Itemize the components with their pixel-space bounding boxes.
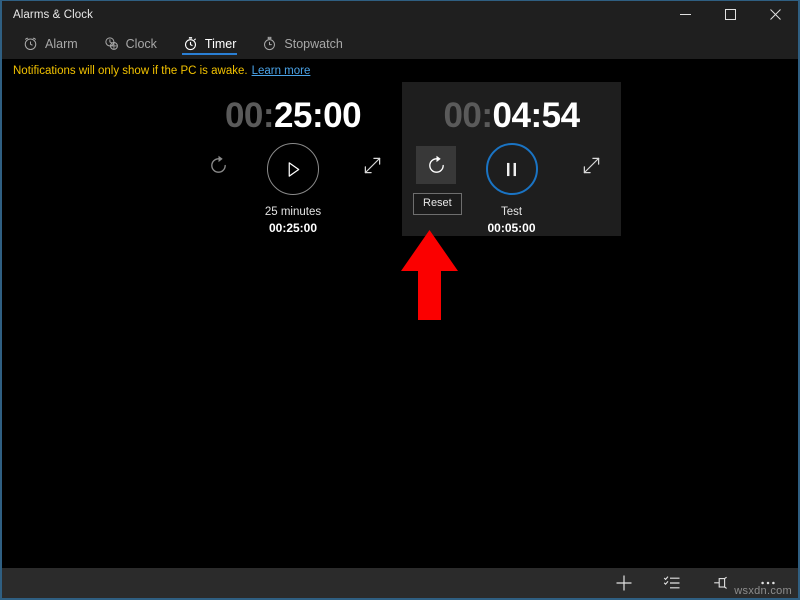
tab-bar: Alarm Clock Ti: [2, 28, 798, 59]
alarms-and-clock-window: Alarms & Clock: [0, 0, 800, 600]
annotation-arrow-icon: [401, 230, 458, 320]
timer-card-labels: 25 minutes 00:25:00: [184, 205, 402, 236]
window-controls: [663, 1, 798, 28]
notification-message: Notifications will only show if the PC i…: [13, 65, 248, 77]
edit-timers-button[interactable]: [648, 568, 696, 598]
expand-icon: [363, 156, 382, 175]
tab-timer[interactable]: Timer: [170, 28, 249, 59]
tab-active-indicator: [182, 53, 237, 55]
learn-more-link[interactable]: Learn more: [252, 65, 311, 77]
stopwatch-icon: [262, 36, 277, 51]
timer-controls: [184, 143, 402, 203]
tab-stopwatch-label: Stopwatch: [284, 37, 342, 51]
start-timer-button[interactable]: [267, 143, 319, 195]
close-button[interactable]: [753, 1, 798, 28]
play-icon: [285, 161, 302, 178]
reset-tooltip: Reset: [413, 193, 462, 215]
bottom-command-bar: [2, 568, 798, 598]
maximize-button[interactable]: [708, 1, 753, 28]
see-more-button[interactable]: [744, 568, 792, 598]
minimize-button[interactable]: [663, 1, 708, 28]
pause-icon: [504, 161, 519, 178]
pause-timer-button[interactable]: [486, 143, 538, 195]
timer-duration: 00:25:00: [184, 220, 402, 236]
reset-icon: [208, 155, 229, 176]
timer-card[interactable]: 00:25:00: [184, 82, 402, 236]
tab-timer-label: Timer: [205, 37, 236, 51]
edit-list-icon: [663, 574, 681, 592]
reset-icon: [426, 155, 447, 176]
tab-clock-label: Clock: [126, 37, 157, 51]
tab-alarm[interactable]: Alarm: [10, 28, 91, 59]
title-bar[interactable]: Alarms & Clock: [2, 1, 798, 28]
timer-name: 25 minutes: [184, 205, 402, 220]
notification-bar: Notifications will only show if the PC i…: [2, 59, 798, 83]
expand-button[interactable]: [575, 149, 607, 181]
reset-button[interactable]: [416, 146, 456, 184]
tab-clock[interactable]: Clock: [91, 28, 170, 59]
timer-readout-hours: 00:: [443, 96, 492, 135]
close-icon: [770, 9, 781, 20]
expand-button[interactable]: [356, 149, 388, 181]
reset-button[interactable]: [198, 146, 238, 184]
timer-readout: 00:25:00: [184, 82, 402, 133]
alarm-clock-icon: [23, 36, 38, 51]
timer-readout-hours: 00:: [225, 96, 274, 135]
ellipsis-icon: [759, 574, 777, 592]
expand-icon: [582, 156, 601, 175]
tab-alarm-label: Alarm: [45, 37, 78, 51]
world-clock-icon: [104, 36, 119, 51]
timer-readout-remaining: 25:00: [274, 96, 361, 135]
tab-stopwatch[interactable]: Stopwatch: [249, 28, 355, 59]
minimize-icon: [680, 9, 691, 20]
pin-to-start-button[interactable]: [696, 568, 744, 598]
maximize-icon: [725, 9, 736, 20]
timer-readout: 00:04:54: [402, 82, 621, 133]
app-title: Alarms & Clock: [13, 9, 93, 21]
timer-readout-remaining: 04:54: [493, 96, 580, 135]
add-timer-button[interactable]: [600, 568, 648, 598]
pin-icon: [711, 574, 729, 592]
timer-icon: [183, 36, 198, 51]
plus-icon: [615, 574, 633, 592]
